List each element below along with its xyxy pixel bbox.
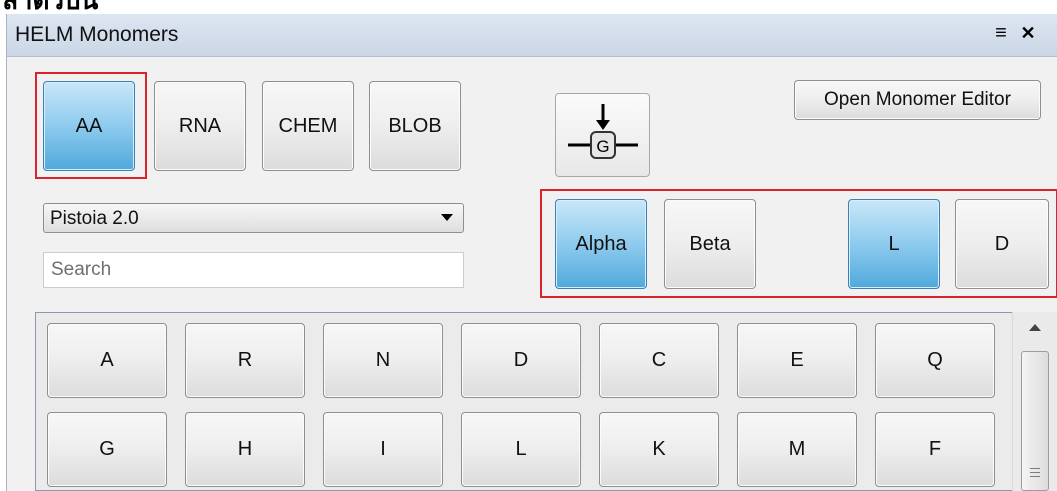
insert-g-icon: G <box>568 104 638 159</box>
monomer-button[interactable]: F <box>875 412 995 487</box>
filter-l[interactable]: L <box>848 199 940 289</box>
monomer-button[interactable]: K <box>599 412 719 487</box>
tab-chem[interactable]: CHEM <box>262 81 354 171</box>
tab-blob[interactable]: BLOB <box>369 81 461 171</box>
monomer-button[interactable]: N <box>323 323 443 398</box>
filter-beta[interactable]: Beta <box>664 199 756 289</box>
monomer-button[interactable]: Q <box>875 323 995 398</box>
monomer-button[interactable]: G <box>47 412 167 487</box>
helm-monomers-panel: HELM Monomers ≡ ✕ AA RNA CHEM BLOB G Ope… <box>6 14 1057 491</box>
g-letter: G <box>596 137 609 156</box>
monomer-button[interactable]: C <box>599 323 719 398</box>
monomer-button[interactable]: L <box>461 412 581 487</box>
monomer-button[interactable]: I <box>323 412 443 487</box>
monomer-button[interactable]: R <box>185 323 305 398</box>
clipped-top-caption: ลำตัวบน <box>0 0 1057 14</box>
scroll-up-arrow-icon[interactable] <box>1029 324 1041 331</box>
monomer-grid-scrollbar[interactable] <box>1012 312 1057 491</box>
scrollbar-thumb[interactable] <box>1021 351 1049 491</box>
grip-icon <box>1030 468 1040 480</box>
monomer-button[interactable]: H <box>185 412 305 487</box>
tab-aa[interactable]: AA <box>43 81 135 171</box>
close-icon[interactable]: ✕ <box>1017 22 1039 44</box>
monomer-button[interactable]: A <box>47 323 167 398</box>
chevron-down-icon <box>441 214 453 221</box>
panel-title: HELM Monomers <box>15 23 179 46</box>
monomer-library-dropdown[interactable]: Pistoia 2.0 <box>43 203 464 233</box>
insert-group-icon-button[interactable]: G <box>555 93 650 177</box>
monomer-button[interactable]: M <box>737 412 857 487</box>
library-selected-value: Pistoia 2.0 <box>50 208 139 229</box>
monomer-button[interactable]: D <box>461 323 581 398</box>
filter-alpha[interactable]: Alpha <box>555 199 647 289</box>
search-input[interactable] <box>43 252 464 288</box>
open-monomer-editor-button[interactable]: Open Monomer Editor <box>794 80 1041 120</box>
filter-d[interactable]: D <box>955 199 1049 289</box>
panel-title-bar: HELM Monomers ≡ ✕ <box>7 14 1057 57</box>
tab-rna[interactable]: RNA <box>154 81 246 171</box>
menu-icon[interactable]: ≡ <box>990 22 1012 44</box>
monomer-button[interactable]: E <box>737 323 857 398</box>
